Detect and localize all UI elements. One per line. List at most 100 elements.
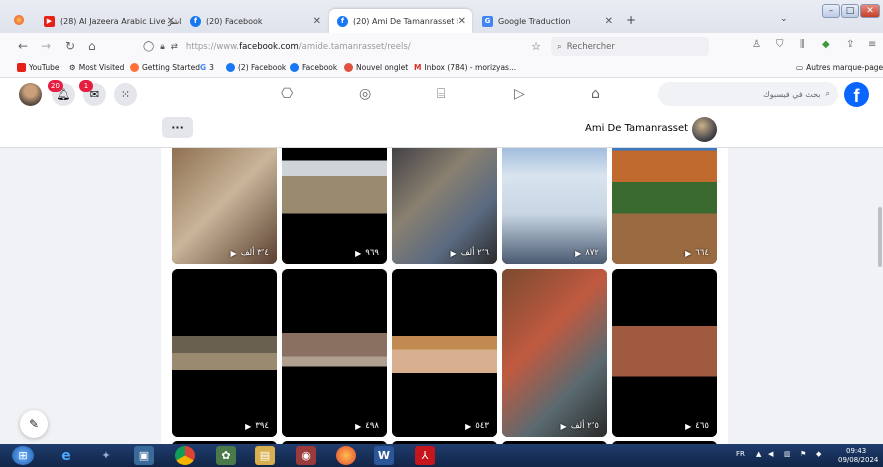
- reel-card[interactable]: ▶ ٥٤٣: [392, 269, 497, 437]
- profile-avatar[interactable]: [692, 117, 717, 142]
- acrobat-icon[interactable]: ⅄: [415, 446, 435, 465]
- network-icon[interactable]: ▥: [784, 450, 791, 458]
- reel-card[interactable]: ▶ ٨٧٢: [502, 148, 607, 264]
- reel-card[interactable]: ▶ ٦٦٤: [612, 148, 717, 264]
- bookmark-most-visited[interactable]: ⚙ Most Visited: [69, 63, 124, 72]
- reel-view-count: ▶ ٢٬٥ ألف: [561, 421, 599, 431]
- close-icon[interactable]: ✕: [605, 16, 613, 27]
- shield-icon[interactable]: ◯: [143, 41, 154, 52]
- menu-button[interactable]: ⁙: [114, 83, 137, 106]
- reel-card[interactable]: ▶ ٣٬٤ ألف: [172, 148, 277, 264]
- facebook-icon: [226, 63, 235, 72]
- view-count: ٤٦٥: [695, 421, 709, 431]
- browser-tab-strip: ▶ (28) Al Jazeera Arabic Live قناة الجزي…: [0, 0, 883, 33]
- firefox-icon: [130, 63, 139, 72]
- facebook-search-input[interactable]: بحث في فيسبوك ⌕: [658, 82, 838, 106]
- scrollbar-thumb[interactable]: [878, 207, 882, 267]
- reel-card[interactable]: ▶ ٩٦٩: [282, 148, 387, 264]
- close-icon[interactable]: ✕: [458, 16, 466, 27]
- firefox-icon[interactable]: [336, 446, 356, 465]
- chrome-icon[interactable]: [175, 446, 195, 465]
- other-bookmarks[interactable]: ▭ Autres marque-pages: [796, 63, 883, 72]
- youtube-icon: [17, 63, 26, 72]
- word-icon[interactable]: W: [374, 446, 394, 465]
- file-explorer-icon[interactable]: ▤: [255, 446, 275, 465]
- grid-menu-icon: ⁙: [120, 88, 131, 101]
- bookmark-label: (2) Facebook: [238, 63, 287, 72]
- internet-explorer-icon[interactable]: e: [56, 446, 76, 465]
- address-bar[interactable]: ◯ 🔒︎ ⇄ https://www. facebook.com/amide.ta…: [143, 37, 545, 56]
- media-player-icon[interactable]: ✦: [96, 446, 116, 465]
- security-icon[interactable]: ◆: [816, 450, 821, 458]
- lock-icon[interactable]: 🔒︎: [160, 42, 165, 52]
- new-message-button[interactable]: ✎: [20, 410, 48, 438]
- bookmarks-bar: YouTube ⚙ Most Visited Getting Started G…: [0, 60, 883, 78]
- avatar[interactable]: [19, 83, 42, 106]
- reload-icon[interactable]: ↻: [65, 39, 75, 53]
- reel-card[interactable]: ▶ ٤٦٥: [612, 269, 717, 437]
- extension-icon[interactable]: ◆: [822, 39, 830, 50]
- close-icon[interactable]: ✕: [313, 16, 321, 27]
- tab-google-translate[interactable]: G Google Traduction ✕: [474, 9, 619, 33]
- browser-search-bar[interactable]: ⌕ Rechercher: [551, 37, 709, 56]
- bookmark-star-icon[interactable]: ☆: [531, 40, 541, 53]
- home-icon[interactable]: ⌂: [88, 39, 96, 53]
- bookmark-gmail[interactable]: M Inbox (784) - morizyas...: [414, 63, 516, 72]
- view-count: ٥٤٣: [475, 421, 489, 431]
- reel-card[interactable]: ▶ ٤٩٨: [282, 269, 387, 437]
- profile-name[interactable]: Ami De Tamanrasset: [585, 123, 688, 134]
- reel-card[interactable]: ▶ ٢٬٦ ألف: [392, 148, 497, 264]
- notifications-button[interactable]: 🔔︎ 20: [48, 80, 75, 106]
- reel-card[interactable]: ▶ ٣٩٤: [172, 269, 277, 437]
- new-tab-button[interactable]: +: [626, 13, 636, 27]
- facebook-logo[interactable]: f: [844, 82, 869, 107]
- tab-list-icon[interactable]: ⌄: [780, 14, 788, 24]
- account-icon[interactable]: ♙: [752, 39, 761, 50]
- forward-arrow-icon[interactable]: →: [41, 39, 51, 53]
- clock-date[interactable]: 09/08/2024: [838, 456, 878, 464]
- view-count: ٣٬٤ ألف: [240, 248, 269, 258]
- bookmark-new-tab[interactable]: Nouvel onglet: [344, 63, 408, 72]
- bookmark-google[interactable]: G 3: [200, 63, 214, 72]
- action-center-icon[interactable]: ⚑: [800, 450, 806, 458]
- media-icon[interactable]: ◉: [296, 446, 316, 465]
- maximize-button[interactable]: □: [841, 4, 859, 18]
- clock-time[interactable]: 09:43: [846, 447, 866, 455]
- play-icon: ▶: [450, 248, 457, 258]
- bookmark-getting-started[interactable]: Getting Started: [130, 63, 200, 72]
- minimize-button[interactable]: –: [822, 4, 840, 18]
- reel-card[interactable]: ▶ ٢٬٥ ألف: [502, 269, 607, 437]
- permissions-icon[interactable]: ⇄: [171, 42, 178, 52]
- groups-icon[interactable]: ◎: [359, 86, 371, 102]
- more-options-button[interactable]: ···: [162, 117, 193, 138]
- marketplace-icon[interactable]: ⌸: [437, 86, 445, 102]
- windows-taskbar: ⊞ e ✦ ▣ ✿ ▤ ◉ W ⅄ FR ▲ ◀ ▥ ⚑ ◆ 09:43 09/…: [0, 444, 883, 467]
- bookmark-youtube[interactable]: YouTube: [17, 63, 60, 72]
- scrollbar-track[interactable]: [876, 148, 883, 444]
- library-icon[interactable]: ⫼: [800, 39, 805, 50]
- video-icon[interactable]: ▷: [514, 86, 525, 102]
- volume-icon[interactable]: ◀: [768, 450, 773, 458]
- app-icon[interactable]: ▣: [134, 446, 154, 465]
- tab-facebook[interactable]: f (20) Facebook ✕: [182, 9, 327, 33]
- language-indicator[interactable]: FR: [736, 450, 745, 458]
- gaming-icon[interactable]: ⎔: [281, 86, 293, 102]
- reel-thumbnail: [392, 269, 497, 437]
- pocket-icon[interactable]: ⛉: [776, 39, 784, 50]
- back-arrow-icon[interactable]: ←: [18, 39, 28, 53]
- messenger-button[interactable]: ✉ 1: [79, 80, 106, 106]
- tab-reels[interactable]: f (20) Ami De Tamanrasset Reels ✕: [329, 9, 472, 33]
- tray-expand-icon[interactable]: ▲: [756, 450, 761, 458]
- paint-icon[interactable]: ✿: [216, 446, 236, 465]
- window-close-button[interactable]: ✕: [860, 4, 880, 18]
- close-icon[interactable]: ✕: [167, 16, 175, 27]
- bookmark-facebook[interactable]: Facebook: [290, 63, 337, 72]
- home-icon[interactable]: ⌂: [591, 86, 600, 102]
- share-icon[interactable]: ⇪: [846, 39, 854, 50]
- menu-icon[interactable]: ≡: [868, 39, 876, 50]
- start-button[interactable]: ⊞: [12, 446, 34, 465]
- navigation-bar: ← → ↻ ⌂ ◯ 🔒︎ ⇄ https://www. facebook.com /…: [0, 33, 883, 60]
- bookmark-facebook-2[interactable]: (2) Facebook: [226, 63, 286, 72]
- tab-al-jazeera[interactable]: ▶ (28) Al Jazeera Arabic Live قناة الجزي…: [36, 9, 181, 33]
- firefox-logo-icon: [14, 15, 24, 25]
